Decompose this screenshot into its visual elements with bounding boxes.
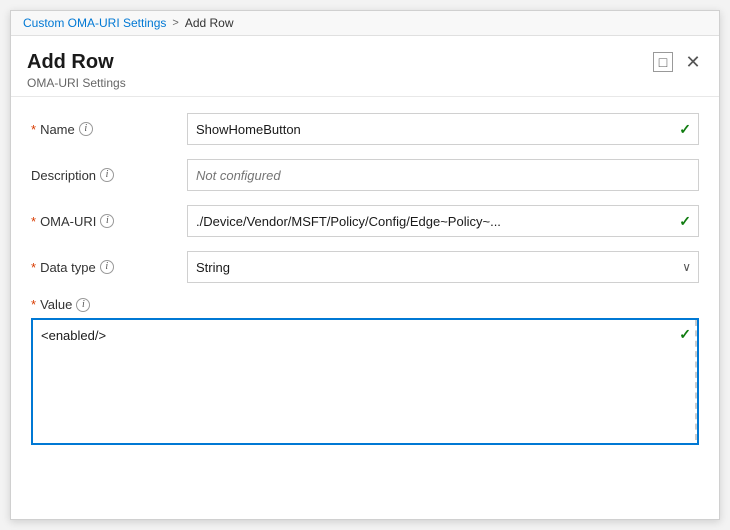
form-body: * Name i ✓ Description i * OMA-URI <box>11 97 719 519</box>
title-bar: Add Row OMA-URI Settings □ ✕ <box>11 36 719 97</box>
oma-uri-check-icon: ✓ <box>679 213 691 230</box>
data-type-required-star: * <box>31 260 36 275</box>
value-check-icon: ✓ <box>679 326 691 343</box>
breadcrumb-current: Add Row <box>185 16 234 30</box>
data-type-label-text: Data type <box>40 260 96 275</box>
data-type-info-icon[interactable]: i <box>100 260 114 274</box>
maximize-button[interactable]: □ <box>653 52 673 72</box>
name-info-icon[interactable]: i <box>79 122 93 136</box>
name-row: * Name i ✓ <box>31 113 699 145</box>
oma-uri-required-star: * <box>31 214 36 229</box>
oma-uri-label: * OMA-URI i <box>31 214 171 229</box>
oma-uri-input-wrapper: ✓ <box>187 205 699 237</box>
data-type-label: * Data type i <box>31 260 171 275</box>
name-check-icon: ✓ <box>679 121 691 138</box>
description-row: Description i <box>31 159 699 191</box>
name-input[interactable] <box>187 113 699 145</box>
breadcrumb: Custom OMA-URI Settings > Add Row <box>11 11 719 36</box>
page-title: Add Row <box>27 50 126 74</box>
name-required-star: * <box>31 122 36 137</box>
breadcrumb-separator: > <box>172 17 178 29</box>
name-label-text: Name <box>40 122 75 137</box>
name-label: * Name i <box>31 122 171 137</box>
title-section: Add Row OMA-URI Settings <box>27 50 126 90</box>
value-required-star: * <box>31 297 36 312</box>
oma-uri-input[interactable] <box>187 205 699 237</box>
description-info-icon[interactable]: i <box>100 168 114 182</box>
window-controls: □ ✕ <box>653 52 703 72</box>
data-type-select-wrapper: String Integer Boolean Float Base64 ∨ <box>187 251 699 283</box>
page-subtitle: OMA-URI Settings <box>27 76 126 90</box>
description-input[interactable] <box>187 159 699 191</box>
close-button[interactable]: ✕ <box>683 52 703 72</box>
breadcrumb-parent-link[interactable]: Custom OMA-URI Settings <box>23 16 166 30</box>
value-textarea[interactable]: <enabled/> <box>33 320 697 440</box>
value-label-text: Value <box>40 297 72 312</box>
value-info-icon[interactable]: i <box>76 298 90 312</box>
data-type-select[interactable]: String Integer Boolean Float Base64 <box>187 251 699 283</box>
value-section: * Value i <enabled/> ✓ <box>31 297 699 445</box>
value-label: * Value i <box>31 297 699 312</box>
oma-uri-label-text: OMA-URI <box>40 214 96 229</box>
description-label: Description i <box>31 168 171 183</box>
data-type-row: * Data type i String Integer Boolean Flo… <box>31 251 699 283</box>
name-input-wrapper: ✓ <box>187 113 699 145</box>
oma-uri-info-icon[interactable]: i <box>100 214 114 228</box>
main-window: Custom OMA-URI Settings > Add Row Add Ro… <box>10 10 720 520</box>
description-label-text: Description <box>31 168 96 183</box>
oma-uri-row: * OMA-URI i ✓ <box>31 205 699 237</box>
description-input-wrapper <box>187 159 699 191</box>
value-textarea-wrapper: <enabled/> ✓ <box>31 318 699 445</box>
